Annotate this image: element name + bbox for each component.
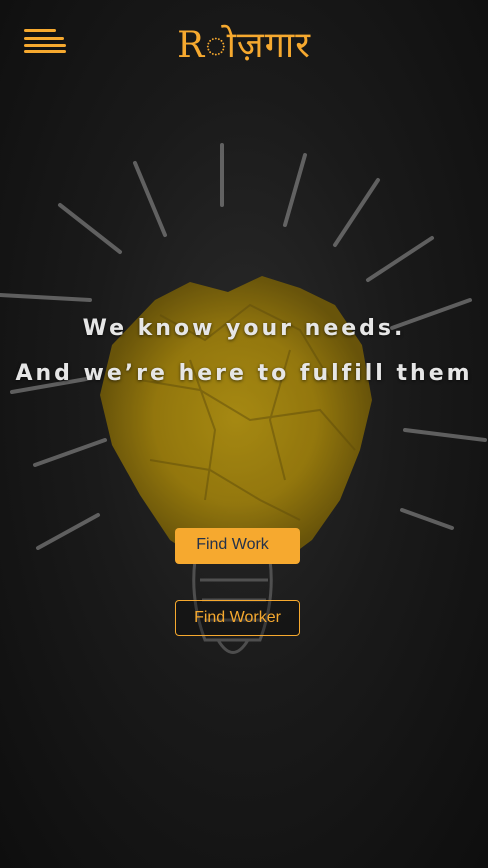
hero-headline-line-1: We know your needs.	[82, 316, 406, 341]
hamburger-menu-icon-line	[24, 50, 66, 53]
find-worker-button[interactable]: Find Worker	[175, 600, 300, 636]
hero-headline-line-2: And we’re here to fulfill them	[15, 361, 473, 386]
lightbulb-illustration	[0, 143, 487, 654]
hamburger-menu-icon-line	[24, 44, 66, 47]
hamburger-menu-icon	[24, 29, 56, 32]
brand-logo[interactable]: Rोज़गार	[150, 20, 338, 72]
menu-button[interactable]	[24, 29, 68, 55]
hamburger-menu-icon-line	[24, 37, 64, 40]
find-work-button[interactable]: Find Work	[175, 528, 300, 564]
app-screen: Rोज़गार We know your needs. And we’re he…	[0, 0, 488, 868]
